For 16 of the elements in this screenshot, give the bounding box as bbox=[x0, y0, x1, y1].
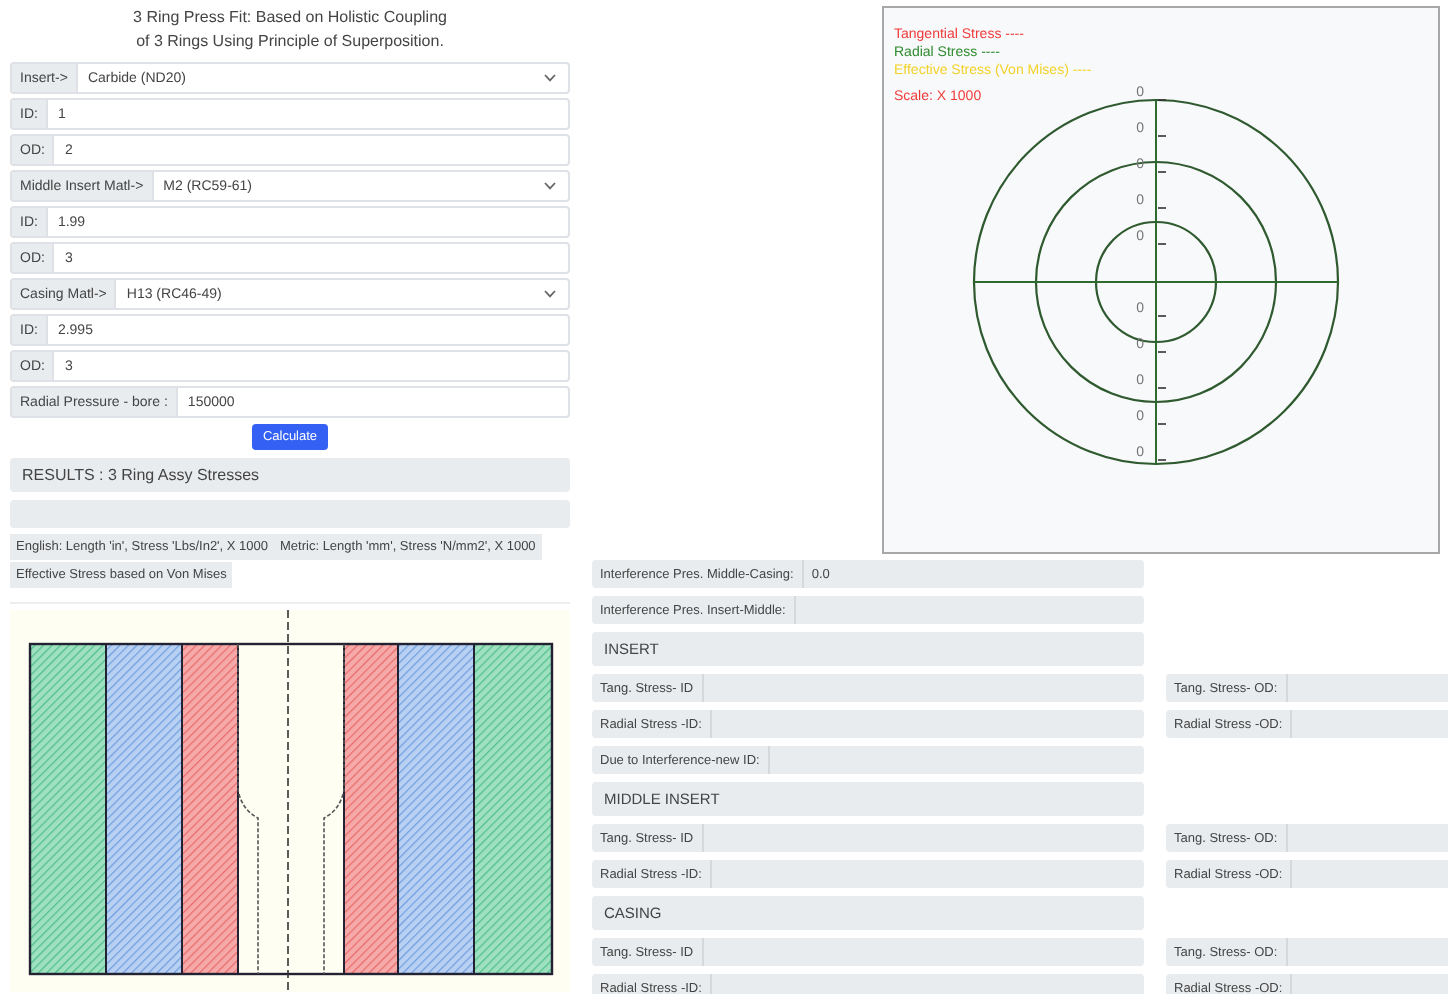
tick-mark bbox=[1157, 423, 1167, 425]
chevron-down-icon bbox=[544, 74, 556, 82]
chevron-down-icon bbox=[544, 182, 556, 190]
tick-mark bbox=[1157, 459, 1167, 461]
tick-mark bbox=[1157, 135, 1167, 137]
tick-mark bbox=[1157, 171, 1167, 173]
chevron-down-icon bbox=[544, 290, 556, 298]
tick-mark bbox=[1157, 315, 1167, 317]
tick-mark bbox=[1157, 351, 1167, 353]
tick-mark bbox=[1157, 387, 1167, 389]
results-header: RESULTS : 3 Ring Assy Stresses bbox=[10, 458, 570, 492]
tick-mark bbox=[1157, 243, 1167, 245]
page-title: 3 Ring Press Fit: Based on Holistic Coupling bbox=[133, 6, 447, 30]
tick-mark bbox=[1157, 99, 1167, 101]
page-title: of 3 Rings Using Principle of Superposition. bbox=[136, 30, 444, 54]
tick-mark bbox=[1157, 207, 1167, 209]
